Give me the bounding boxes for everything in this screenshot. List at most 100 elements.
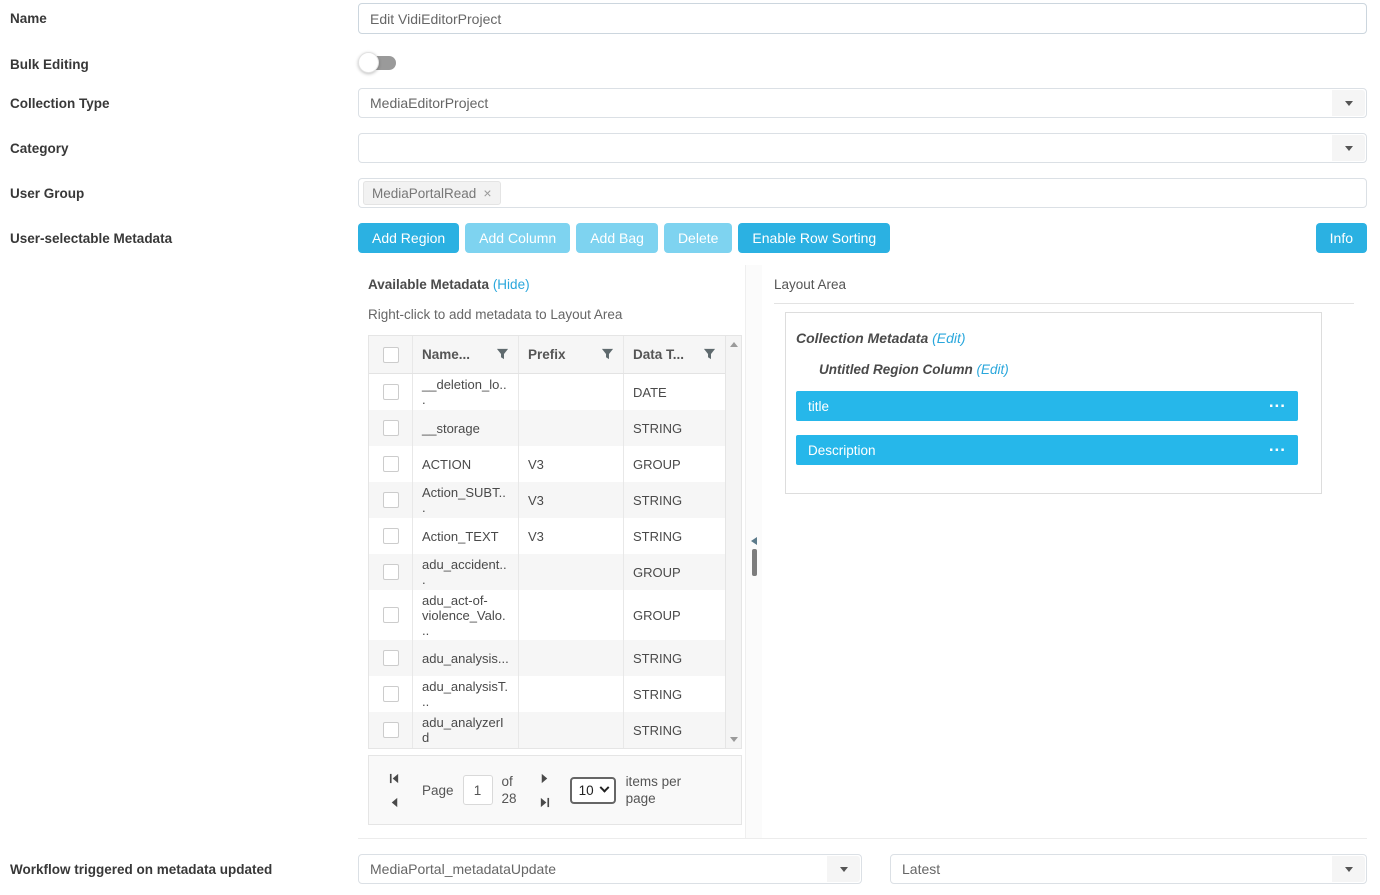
row-checkbox[interactable] (383, 384, 399, 400)
edit-region-column-link[interactable]: (Edit) (977, 362, 1009, 377)
collection-type-dropdown[interactable]: MediaEditorProject (358, 88, 1367, 118)
cell-data-type: STRING (623, 518, 725, 554)
dropdown-arrow-button[interactable] (827, 856, 860, 882)
available-metadata-pane: Available Metadata (Hide) Right-click to… (358, 265, 745, 838)
collapse-left-icon[interactable] (751, 537, 757, 545)
column-header-data-type: Data T... (633, 347, 684, 362)
layout-area-pane: Layout Area Collection Metadata (Edit) U… (762, 265, 1367, 838)
add-region-button[interactable]: Add Region (358, 223, 459, 253)
select-all-checkbox[interactable] (383, 347, 399, 363)
category-row: Category (0, 133, 1380, 163)
add-column-button[interactable]: Add Column (465, 223, 570, 253)
table-pager: Page of 28 (368, 755, 742, 825)
filter-icon[interactable] (703, 348, 716, 361)
layout-field-description[interactable]: Description ... (796, 435, 1298, 465)
filter-icon[interactable] (496, 348, 509, 361)
row-checkbox[interactable] (383, 492, 399, 508)
user-group-label: User Group (0, 178, 358, 201)
row-checkbox[interactable] (383, 650, 399, 666)
filter-icon[interactable] (601, 348, 614, 361)
scroll-down-icon[interactable] (730, 737, 738, 742)
table-row[interactable]: Action_TEXT V3 STRING (369, 518, 725, 554)
table-scrollbar[interactable] (725, 336, 741, 748)
row-checkbox[interactable] (383, 722, 399, 738)
user-group-row: User Group MediaPortalRead × (0, 178, 1380, 208)
workflow-version-dropdown[interactable]: Latest (890, 854, 1367, 884)
dropdown-arrow-button[interactable] (1332, 856, 1365, 882)
row-checkbox[interactable] (383, 528, 399, 544)
workflow-dropdown[interactable]: MediaPortal_metadataUpdate (358, 854, 862, 884)
layout-area-divider (774, 303, 1354, 304)
cell-name: adu_analyzerId (412, 712, 518, 748)
workflow-version-value: Latest (891, 855, 1331, 883)
enable-row-sorting-button[interactable]: Enable Row Sorting (738, 223, 890, 253)
row-checkbox[interactable] (383, 456, 399, 472)
scroll-up-icon[interactable] (730, 342, 738, 347)
table-row[interactable]: adu_analysisT... STRING (369, 676, 725, 712)
collection-type-value: MediaEditorProject (359, 89, 1331, 117)
workflow-row: Workflow triggered on metadata updated M… (0, 854, 1380, 884)
table-row[interactable]: __storage STRING (369, 410, 725, 446)
cell-name: __storage (412, 410, 518, 446)
metadata-toolbar: Add Region Add Column Add Bag Delete Ena… (358, 223, 1367, 253)
splitter-drag-handle[interactable] (752, 549, 757, 576)
cell-name: __deletion_lo... (412, 374, 518, 410)
workflow-value: MediaPortal_metadataUpdate (359, 855, 826, 883)
delete-button[interactable]: Delete (664, 223, 732, 253)
bulk-editing-toggle[interactable] (358, 52, 396, 73)
items-per-page-label: items per page (626, 773, 690, 807)
collection-editor-page: Name Bulk Editing Collection Type MediaE… (0, 0, 1380, 895)
user-group-tag[interactable]: MediaPortalRead × (363, 181, 501, 205)
cell-prefix (518, 590, 623, 640)
category-dropdown[interactable] (358, 133, 1367, 163)
dropdown-arrow-button[interactable] (1332, 90, 1365, 116)
table-row[interactable]: adu_accident... GROUP (369, 554, 725, 590)
name-input[interactable] (358, 3, 1367, 34)
info-button[interactable]: Info (1316, 223, 1367, 253)
table-row[interactable]: __deletion_lo... DATE (369, 374, 725, 410)
page-size-select[interactable]: 10 (570, 777, 616, 804)
chevron-down-icon (1345, 146, 1353, 151)
add-bag-button[interactable]: Add Bag (576, 223, 658, 253)
pane-splitter[interactable] (745, 265, 762, 838)
column-header-name: Name... (422, 347, 470, 362)
layout-field-title[interactable]: title ... (796, 391, 1298, 421)
row-checkbox[interactable] (383, 420, 399, 436)
remove-tag-icon[interactable]: × (483, 186, 491, 200)
table-row[interactable]: adu_analyzerId STRING (369, 712, 725, 748)
user-group-input[interactable]: MediaPortalRead × (358, 178, 1367, 208)
category-value (359, 134, 1331, 162)
cell-prefix: V3 (518, 518, 623, 554)
page-label: Page (422, 783, 454, 798)
last-page-button[interactable] (539, 797, 550, 808)
hide-link[interactable]: (Hide) (493, 277, 530, 292)
table-row[interactable]: Action_SUBT... V3 STRING (369, 482, 725, 518)
layout-field-label: Description (808, 443, 876, 458)
table-row[interactable]: ACTION V3 GROUP (369, 446, 725, 482)
table-row[interactable]: adu_analysis... STRING (369, 640, 725, 676)
available-metadata-title-text: Available Metadata (368, 277, 489, 292)
dropdown-arrow-button[interactable] (1332, 135, 1365, 161)
first-page-button[interactable] (389, 773, 400, 784)
cell-data-type: DATE (623, 374, 725, 410)
edit-collection-link[interactable]: (Edit) (932, 330, 965, 346)
page-of-total: of 28 (502, 773, 517, 807)
toggle-knob (358, 52, 379, 73)
user-selectable-metadata-row: User-selectable Metadata Add Region Add … (0, 223, 1380, 839)
next-page-button[interactable] (539, 773, 550, 784)
collection-metadata-box: Collection Metadata (Edit) Untitled Regi… (785, 312, 1322, 494)
table-header: Name... Prefix Data T... (369, 336, 725, 374)
cell-name: Action_SUBT... (412, 482, 518, 518)
page-number-input[interactable] (463, 775, 493, 805)
bulk-editing-label: Bulk Editing (0, 49, 358, 72)
row-checkbox[interactable] (383, 564, 399, 580)
name-row: Name (0, 3, 1380, 34)
row-checkbox[interactable] (383, 686, 399, 702)
collection-metadata-heading: Collection Metadata (Edit) (796, 330, 1321, 346)
row-checkbox[interactable] (383, 607, 399, 623)
cell-name: adu_analysis... (412, 640, 518, 676)
cell-name: adu_accident... (412, 554, 518, 590)
cell-prefix (518, 712, 623, 748)
previous-page-button[interactable] (389, 797, 400, 808)
table-row[interactable]: adu_act-of-violence_Valo... GROUP (369, 590, 725, 640)
